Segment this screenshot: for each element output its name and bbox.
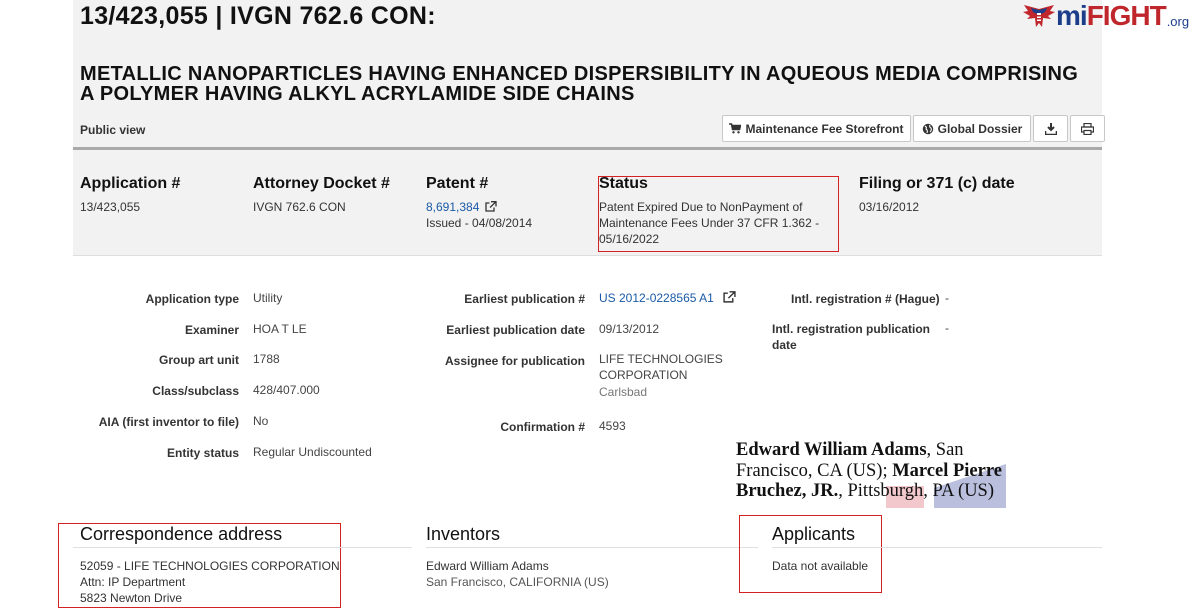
confirmation-number-label: Confirmation # xyxy=(500,420,585,434)
aia-label: AIA (first inventor to file) xyxy=(98,415,239,429)
issued-date: Issued - 04/08/2014 xyxy=(426,216,533,230)
patent-number-link[interactable]: 8,691,384 xyxy=(426,200,497,214)
download-button[interactable] xyxy=(1033,115,1068,142)
filing-date-value: 03/16/2012 xyxy=(859,200,920,214)
application-type-label: Application type xyxy=(145,292,239,306)
logo-wordmark: miFIGHT xyxy=(1056,0,1167,31)
entity-status-value: Regular Undiscounted xyxy=(253,445,372,459)
class-subclass-label: Class/subclass xyxy=(152,384,239,398)
inventor-name: Edward William Adams xyxy=(426,559,549,573)
group-art-unit-label: Group art unit xyxy=(159,353,239,367)
assignee-city: Carlsbad xyxy=(599,385,648,399)
earliest-publication-date-label: Earliest publication date xyxy=(446,323,585,337)
group-art-unit-value: 1788 xyxy=(253,352,280,366)
inventors-rule xyxy=(426,547,758,548)
application-number-label: Application # xyxy=(80,175,181,192)
examiner-value: HOA T LE xyxy=(253,322,307,336)
status-value: Patent Expired Due to NonPayment of Main… xyxy=(599,200,820,246)
earliest-publication-number-label: Earliest publication # xyxy=(464,292,585,306)
external-link-icon[interactable] xyxy=(485,201,497,212)
assignee-line1: LIFE TECHNOLOGIES xyxy=(599,352,723,366)
attorney-docket-value: IVGN 762.6 CON xyxy=(253,200,346,214)
external-link-icon[interactable] xyxy=(723,291,736,303)
mifight-logo[interactable]: miFIGHT .org xyxy=(1022,2,1197,30)
aia-value: No xyxy=(253,414,269,428)
applicants-rule xyxy=(772,547,1102,548)
correspondence-rule xyxy=(73,547,412,548)
inventors-heading: Inventors xyxy=(426,524,501,544)
intl-registration-date-label: Intl. registration publication date xyxy=(772,322,931,352)
application-type-value: Utility xyxy=(253,291,283,305)
application-number-value: 13/423,055 xyxy=(80,200,141,214)
earliest-publication-date-value: 09/13/2012 xyxy=(599,322,660,336)
cart-icon xyxy=(729,123,742,134)
patent-title: METALLIC NANOPARTICLES HAVING ENHANCED D… xyxy=(80,63,1079,105)
class-subclass-value: 428/407.000 xyxy=(253,383,320,397)
page-title: 13/423,055 | IVGN 762.6 CON: xyxy=(80,2,436,30)
intl-registration-value: - xyxy=(945,291,949,305)
logo-suffix: .org xyxy=(1166,14,1190,29)
correspondence-heading: Correspondence address xyxy=(80,524,283,544)
intl-registration-date-value: - xyxy=(945,321,949,335)
patent-number-label: Patent # xyxy=(426,175,489,192)
inventor-location: San Francisco, CALIFORNIA (US) xyxy=(426,575,609,589)
eagle-logo-icon xyxy=(1023,5,1055,27)
inventor-snippet-text: Edward William Adams, San Francisco, CA … xyxy=(736,440,1002,501)
global-dossier-button[interactable]: Global Dossier xyxy=(913,115,1031,142)
download-icon xyxy=(1044,122,1057,135)
intl-registration-label: Intl. registration # (Hague) xyxy=(791,292,940,306)
correspondence-line2: Attn: IP Department xyxy=(80,575,186,589)
correspondence-line1: 52059 - LIFE TECHNOLOGIES CORPORATION xyxy=(80,559,340,573)
storefront-label: Maintenance Fee Storefront xyxy=(745,121,904,136)
attorney-docket-label: Attorney Docket # xyxy=(253,175,390,192)
earliest-publication-number-link[interactable]: US 2012-0228565 A1 xyxy=(599,291,736,305)
earliest-publication-number-value[interactable]: US 2012-0228565 A1 xyxy=(599,291,714,305)
print-icon xyxy=(1081,122,1094,135)
applicants-heading: Applicants xyxy=(772,524,856,544)
globe-icon xyxy=(922,123,933,134)
patent-number-value[interactable]: 8,691,384 xyxy=(426,200,479,214)
correspondence-line3: 5823 Newton Drive xyxy=(80,591,183,605)
status-label: Status xyxy=(599,175,648,192)
examiner-label: Examiner xyxy=(184,323,239,337)
applicants-value: Data not available xyxy=(772,559,869,573)
dossier-label: Global Dossier xyxy=(937,121,1023,136)
print-button[interactable] xyxy=(1070,115,1105,142)
maintenance-fee-storefront-button[interactable]: Maintenance Fee Storefront xyxy=(722,115,911,142)
assignee-label: Assignee for publication xyxy=(444,354,585,368)
confirmation-number-value: 4593 xyxy=(599,419,626,433)
entity-status-label: Entity status xyxy=(166,446,239,460)
filing-date-label: Filing or 371 (c) date xyxy=(859,175,1015,192)
inventor-snippet-image: Edward William Adams, San Francisco, CA … xyxy=(736,440,1008,510)
assignee-line2: CORPORATION xyxy=(599,368,688,382)
summary-panel xyxy=(73,150,1102,256)
public-view-label: Public view xyxy=(80,123,146,137)
